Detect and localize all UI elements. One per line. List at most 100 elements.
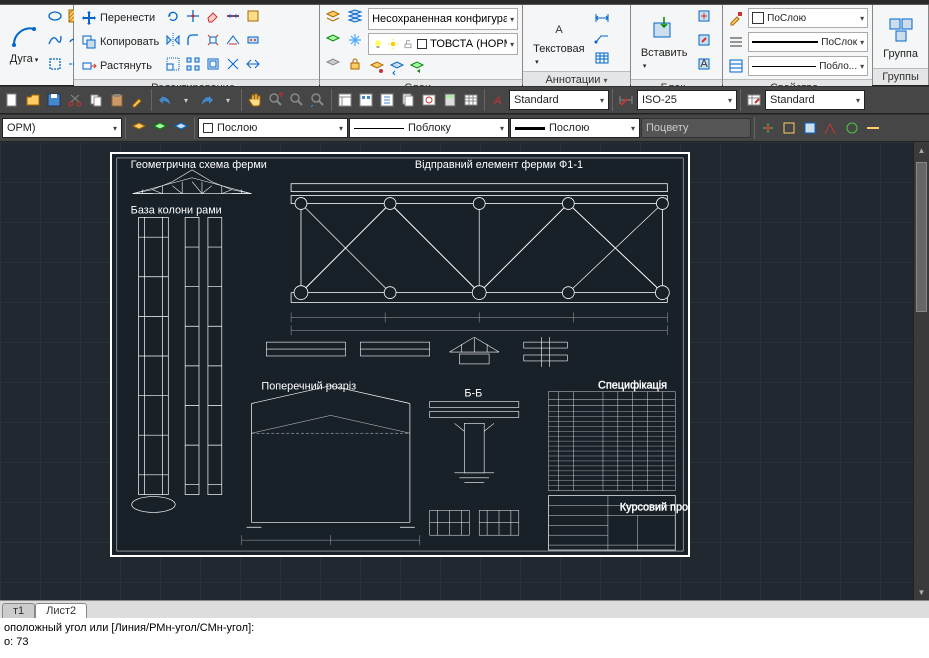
block-create-icon[interactable] [695,7,713,25]
tb-ssm-icon[interactable] [398,89,418,111]
tb-dc-icon[interactable] [356,89,376,111]
move-button[interactable]: Перенести [78,7,162,29]
ellipse-icon[interactable] [46,7,64,25]
layer-off-icon[interactable] [324,55,342,73]
tb-table-icon[interactable] [461,89,481,111]
tb-open-icon[interactable] [23,89,43,111]
insert-label: Вставить [641,47,688,59]
tb2-layer-3-icon[interactable] [171,117,191,139]
modify-extra-2-icon[interactable] [244,7,262,25]
lw-icon[interactable] [727,33,745,51]
layer-current-dropdown[interactable]: ТОВСТА (НОРМ)▾ [368,33,518,55]
modify-extra-5-icon[interactable] [224,55,242,73]
match-props-icon[interactable] [727,9,745,27]
tb-markup-icon[interactable] [419,89,439,111]
tb2-ext-1-icon[interactable] [758,117,778,139]
tb2-layer-1-icon[interactable] [129,117,149,139]
tb2-color-dropdown[interactable]: Послою▾ [198,118,348,138]
dim-linear-icon[interactable] [593,9,611,27]
tb2-ext-6-icon[interactable] [863,117,883,139]
tb-redo-icon[interactable] [197,89,217,111]
tb-matchprops-icon[interactable] [128,89,148,111]
erase-icon[interactable] [204,7,222,25]
command-line[interactable]: оположный угол или [Линия/РМн-угол/СМн-у… [0,618,929,658]
table-icon[interactable] [593,49,611,67]
tb-calc-icon[interactable] [440,89,460,111]
layer-props-icon[interactable] [324,7,342,25]
text-style-dropdown[interactable]: Standard▾ [509,90,609,110]
tb-tp-icon[interactable] [377,89,397,111]
trim-icon[interactable] [184,7,202,25]
tbl-style-dropdown[interactable]: Standard▾ [765,90,865,110]
tb2-ext-3-icon[interactable] [800,117,820,139]
rotate-icon[interactable] [164,7,182,25]
tb-redo-dd-icon[interactable]: ▾ [218,89,238,111]
offset-icon[interactable] [204,55,222,73]
tb-tbl-style-icon[interactable] [744,89,764,111]
tb-save-icon[interactable] [44,89,64,111]
tb-undo-icon[interactable] [155,89,175,111]
layout-tab-2[interactable]: Лист2 [35,603,87,618]
tb-props-icon[interactable] [335,89,355,111]
spline-icon[interactable] [46,31,64,49]
tb2-plotstyle-dropdown[interactable]: Поцвету [641,118,751,138]
mirror-icon[interactable] [164,31,182,49]
layer-iso-icon[interactable] [324,31,342,49]
tb-text-style-icon[interactable]: A [488,89,508,111]
tb-dim-style-icon[interactable] [616,89,636,111]
color-dropdown[interactable]: ПоСлою▾ [748,8,868,28]
leader-icon[interactable] [593,29,611,47]
tb-new-icon[interactable] [2,89,22,111]
text-button[interactable]: A Текстовая▾ [527,7,590,69]
tb-pan-icon[interactable] [245,89,265,111]
layer-config-dropdown[interactable]: Несохраненная конфигурация сло▾ [368,8,518,30]
tb2-ext-2-icon[interactable] [779,117,799,139]
group-button[interactable]: Группа [877,12,924,62]
modify-extra-1-icon[interactable] [224,7,242,25]
linetype-dropdown[interactable]: Побло...▾ [748,56,868,76]
tb-zoom-win-icon[interactable] [287,89,307,111]
copy-button[interactable]: Копировать [78,31,162,53]
modify-extra-4-icon[interactable] [244,31,262,49]
lineweight-dropdown[interactable]: ПоСлок▾ [748,32,868,52]
region-icon[interactable] [46,55,64,73]
modify-extra-3-icon[interactable] [224,31,242,49]
dim-style-dropdown[interactable]: ISO-25▾ [637,90,737,110]
tb-zoom-rt-icon[interactable] [266,89,286,111]
tb2-linetype-dropdown[interactable]: Поблоку▾ [349,118,509,138]
block-edit-icon[interactable] [695,31,713,49]
arc-button[interactable]: Дуга▾ [4,17,44,67]
tb-cut-icon[interactable] [65,89,85,111]
explode-icon[interactable] [204,31,222,49]
layer-walk-icon[interactable] [408,58,426,76]
tb2-lineweight-dropdown[interactable]: Послою▾ [510,118,640,138]
layer-prev-icon[interactable] [388,58,406,76]
lt-icon[interactable] [727,57,745,75]
tb2-layer-2-icon[interactable] [150,117,170,139]
layer-match-icon[interactable] [368,58,386,76]
tb2-ext-4-icon[interactable] [821,117,841,139]
tb2-ext-5-icon[interactable] [842,117,862,139]
modify-extra-6-icon[interactable] [244,55,262,73]
block-attr-icon[interactable]: A [695,55,713,73]
layer-freeze-icon[interactable] [346,31,364,49]
layer-lock-icon[interactable] [346,55,364,73]
layout-tab-1[interactable]: т1 [2,603,35,618]
layer-states-icon[interactable] [346,7,364,25]
tb-zoom-prev-icon[interactable] [308,89,328,111]
groups-panel-title[interactable]: Группы [873,68,928,85]
vscrollbar[interactable]: ▲ ▼ [913,142,929,600]
dwg-title-4: База колони рами [131,204,222,216]
insert-button[interactable]: Вставить▾ [635,11,694,73]
scale-icon[interactable] [164,55,182,73]
dwg-title-2: Відправний елемент ферми Ф1-1 [415,159,583,171]
fillet-icon[interactable] [184,31,202,49]
array-icon[interactable] [184,55,202,73]
stretch-button[interactable]: Растянуть [78,55,162,77]
model-space[interactable]: Геометрична схема ферми Відправний елеме… [0,142,929,600]
tb-paste-icon[interactable] [107,89,127,111]
svg-text:A: A [555,24,563,36]
tb-undo-dd-icon[interactable]: ▾ [176,89,196,111]
tb2-layer-dropdown[interactable]: ОРМ)▾ [2,118,122,138]
tb-copy-icon[interactable] [86,89,106,111]
